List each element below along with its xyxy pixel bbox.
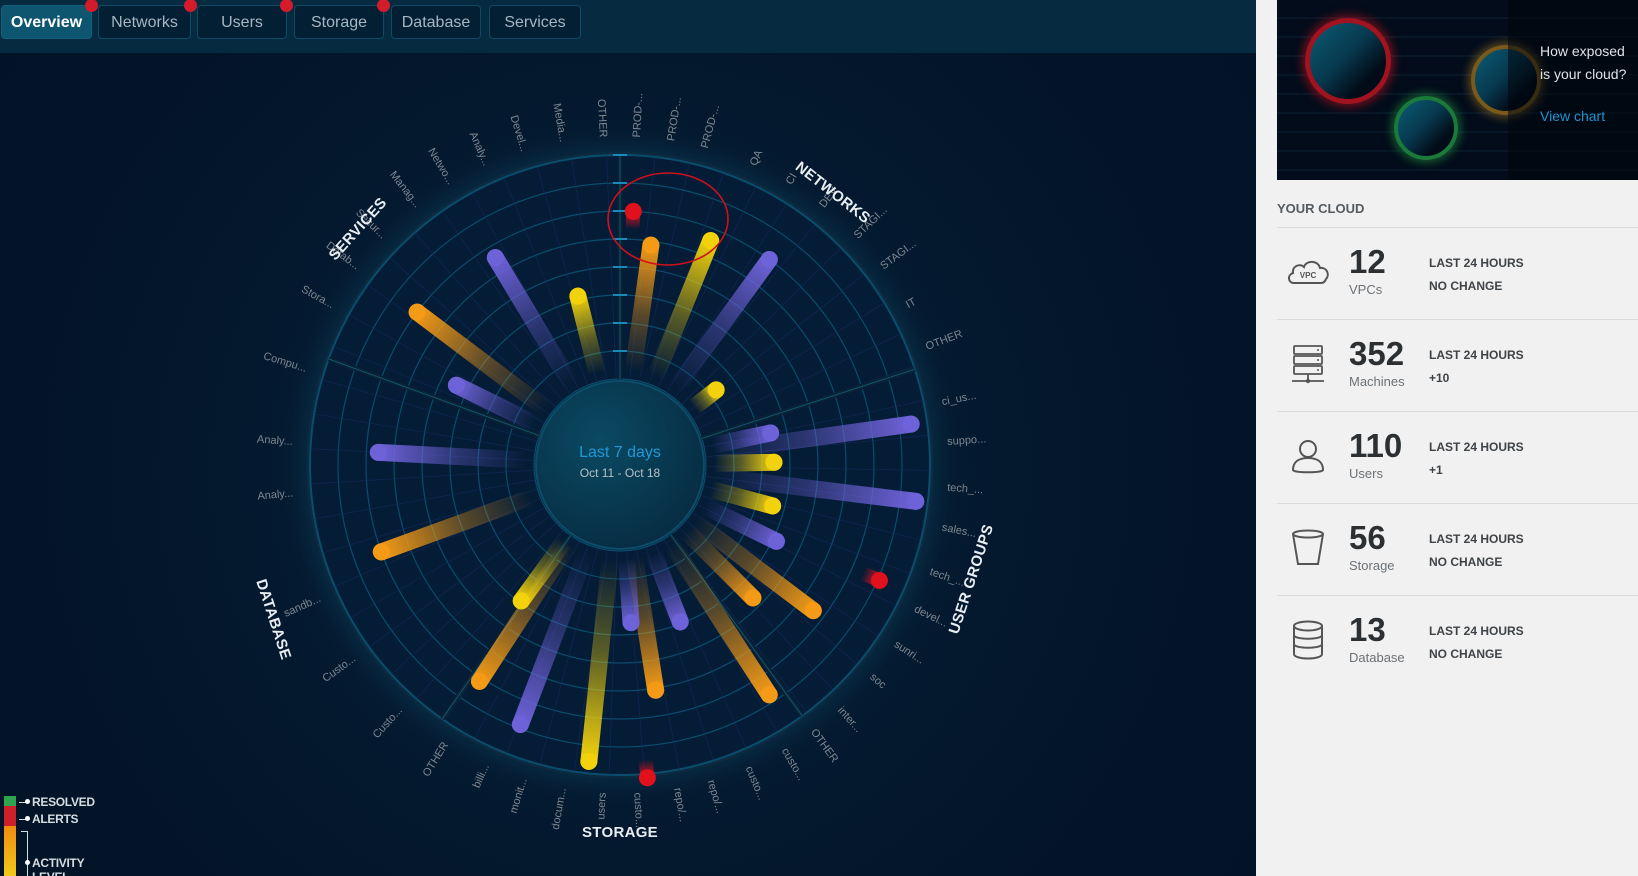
vpc-cloud-icon: VPC bbox=[1288, 260, 1329, 284]
alert-marker bbox=[624, 202, 642, 220]
bucket-icon bbox=[1292, 529, 1324, 565]
alert-marker bbox=[870, 572, 888, 590]
activity-bar-cap bbox=[760, 251, 778, 269]
stat-value: 110 bbox=[1349, 427, 1403, 464]
legend-label-alerts: ALERTS bbox=[32, 812, 79, 826]
activity-bar-cap bbox=[470, 672, 488, 690]
stat-row-storage[interactable]: 56 Storage LAST 24 HOURS NO CHANGE bbox=[1277, 503, 1638, 596]
section-title-database: DATABASE bbox=[252, 577, 294, 662]
your-cloud-heading: YOUR CLOUD bbox=[1277, 201, 1365, 216]
activity-bar-cap bbox=[902, 415, 920, 433]
stat-unit: Machines bbox=[1349, 374, 1405, 389]
stat-change: +1 bbox=[1429, 463, 1443, 477]
stat-change: NO CHANGE bbox=[1429, 555, 1503, 569]
banner-shade bbox=[1508, 0, 1638, 180]
activity-bar-cap bbox=[622, 614, 640, 632]
legend-swatch-activity bbox=[4, 826, 16, 876]
activity-bar-cap bbox=[642, 236, 660, 254]
legend: RESOLVED ALERTS ACTIVITY LEVEL bbox=[0, 794, 120, 876]
stat-value: 352 bbox=[1349, 335, 1405, 372]
activity-bar-cap bbox=[744, 589, 762, 607]
legend-swatch-resolved bbox=[4, 796, 16, 806]
user-icon bbox=[1291, 440, 1325, 474]
activity-bar-cap bbox=[760, 686, 778, 704]
legend-pointer-dot bbox=[25, 816, 30, 821]
legend-label-activity: ACTIVITY LEVEL bbox=[32, 856, 85, 876]
view-chart-link[interactable]: View chart bbox=[1540, 108, 1605, 124]
legend-pointer-dot bbox=[25, 860, 30, 865]
stat-unit: Database bbox=[1349, 650, 1405, 665]
banner-question: How exposed is your cloud? bbox=[1540, 43, 1627, 82]
center-disk bbox=[535, 380, 705, 550]
svg-text:VPC: VPC bbox=[1300, 271, 1317, 280]
green-bubble-icon bbox=[1394, 96, 1458, 160]
stat-change: NO CHANGE bbox=[1429, 279, 1503, 293]
radial-activity-chart: Last 7 days Oct 11 - Oct 18 Analy...Comp… bbox=[252, 93, 997, 841]
server-rack-icon bbox=[1292, 345, 1324, 384]
stat-period: LAST 24 HOURS bbox=[1429, 532, 1524, 546]
activity-bar-cap bbox=[486, 249, 504, 267]
activity-bar-purple bbox=[618, 550, 640, 632]
activity-bar-cap bbox=[369, 443, 387, 461]
stat-period: LAST 24 HOURS bbox=[1429, 440, 1524, 454]
section-title-storage: STORAGE bbox=[582, 824, 658, 841]
chart-subtitle: Oct 11 - Oct 18 bbox=[580, 466, 661, 480]
stat-unit: VPCs bbox=[1349, 282, 1383, 297]
legend-pointer-dot bbox=[25, 799, 30, 804]
database-icon bbox=[1293, 620, 1323, 660]
category-label: users bbox=[595, 792, 608, 820]
legend-bracket bbox=[21, 831, 28, 876]
stat-change: NO CHANGE bbox=[1429, 647, 1503, 661]
activity-bar-cap bbox=[764, 497, 782, 515]
stat-period: LAST 24 HOURS bbox=[1429, 624, 1524, 638]
activity-bar-cap bbox=[580, 752, 598, 770]
chart-title: Last 7 days bbox=[579, 444, 661, 461]
alert-marker bbox=[638, 769, 656, 787]
stat-row-machines[interactable]: 352 Machines LAST 24 HOURS +10 bbox=[1277, 319, 1638, 412]
stat-unit: Users bbox=[1349, 466, 1383, 481]
sidebar: How exposed is your cloud? View chart YO… bbox=[1256, 0, 1638, 876]
legend-label-resolved: RESOLVED bbox=[32, 795, 95, 809]
activity-bar-cap bbox=[408, 303, 426, 321]
stat-period: LAST 24 HOURS bbox=[1429, 256, 1524, 270]
stat-row-database[interactable]: 13 Database LAST 24 HOURS NO CHANGE bbox=[1277, 595, 1638, 688]
activity-bar-cap bbox=[569, 287, 587, 305]
stat-change: +10 bbox=[1429, 371, 1450, 385]
main-panel: Overview Networks Users Storage Database… bbox=[0, 0, 1256, 876]
activity-bar-cap bbox=[511, 716, 529, 734]
stat-period: LAST 24 HOURS bbox=[1429, 348, 1524, 362]
red-bubble-icon bbox=[1305, 18, 1391, 104]
category-label: tech_... bbox=[947, 482, 984, 496]
stat-value: 12 bbox=[1349, 243, 1386, 280]
activity-bar-cap bbox=[647, 681, 665, 699]
category-label: custo... bbox=[631, 792, 645, 828]
legend-swatch-alerts bbox=[4, 806, 16, 826]
activity-bar-cap bbox=[804, 602, 822, 620]
stat-row-users[interactable]: 110 Users LAST 24 HOURS +1 bbox=[1277, 411, 1638, 504]
activity-bar-cap bbox=[767, 532, 785, 550]
activity-bar-purple bbox=[369, 443, 535, 469]
stat-unit: Storage bbox=[1349, 558, 1395, 573]
exposure-banner[interactable]: How exposed is your cloud? View chart bbox=[1277, 0, 1638, 180]
category-label: Analy... bbox=[257, 434, 294, 448]
activity-bar-cap bbox=[372, 543, 390, 561]
activity-bar-cap bbox=[907, 492, 925, 510]
activity-bar-cap bbox=[512, 592, 530, 610]
activity-bar-cap bbox=[671, 613, 689, 631]
activity-bar-cap bbox=[447, 376, 465, 394]
category-label: PROD-... bbox=[631, 93, 645, 138]
activity-bar-cap bbox=[707, 381, 725, 399]
activity-bar-yellow bbox=[705, 453, 783, 472]
stat-value: 56 bbox=[1349, 519, 1386, 556]
stat-value: 13 bbox=[1349, 611, 1386, 648]
stat-row-vpcs[interactable]: VPC 12 VPCs LAST 24 HOURS NO CHANGE bbox=[1277, 227, 1638, 320]
activity-bar-cap bbox=[765, 453, 783, 471]
category-label: OTHER bbox=[595, 99, 609, 138]
category-label: suppo... bbox=[947, 433, 987, 448]
